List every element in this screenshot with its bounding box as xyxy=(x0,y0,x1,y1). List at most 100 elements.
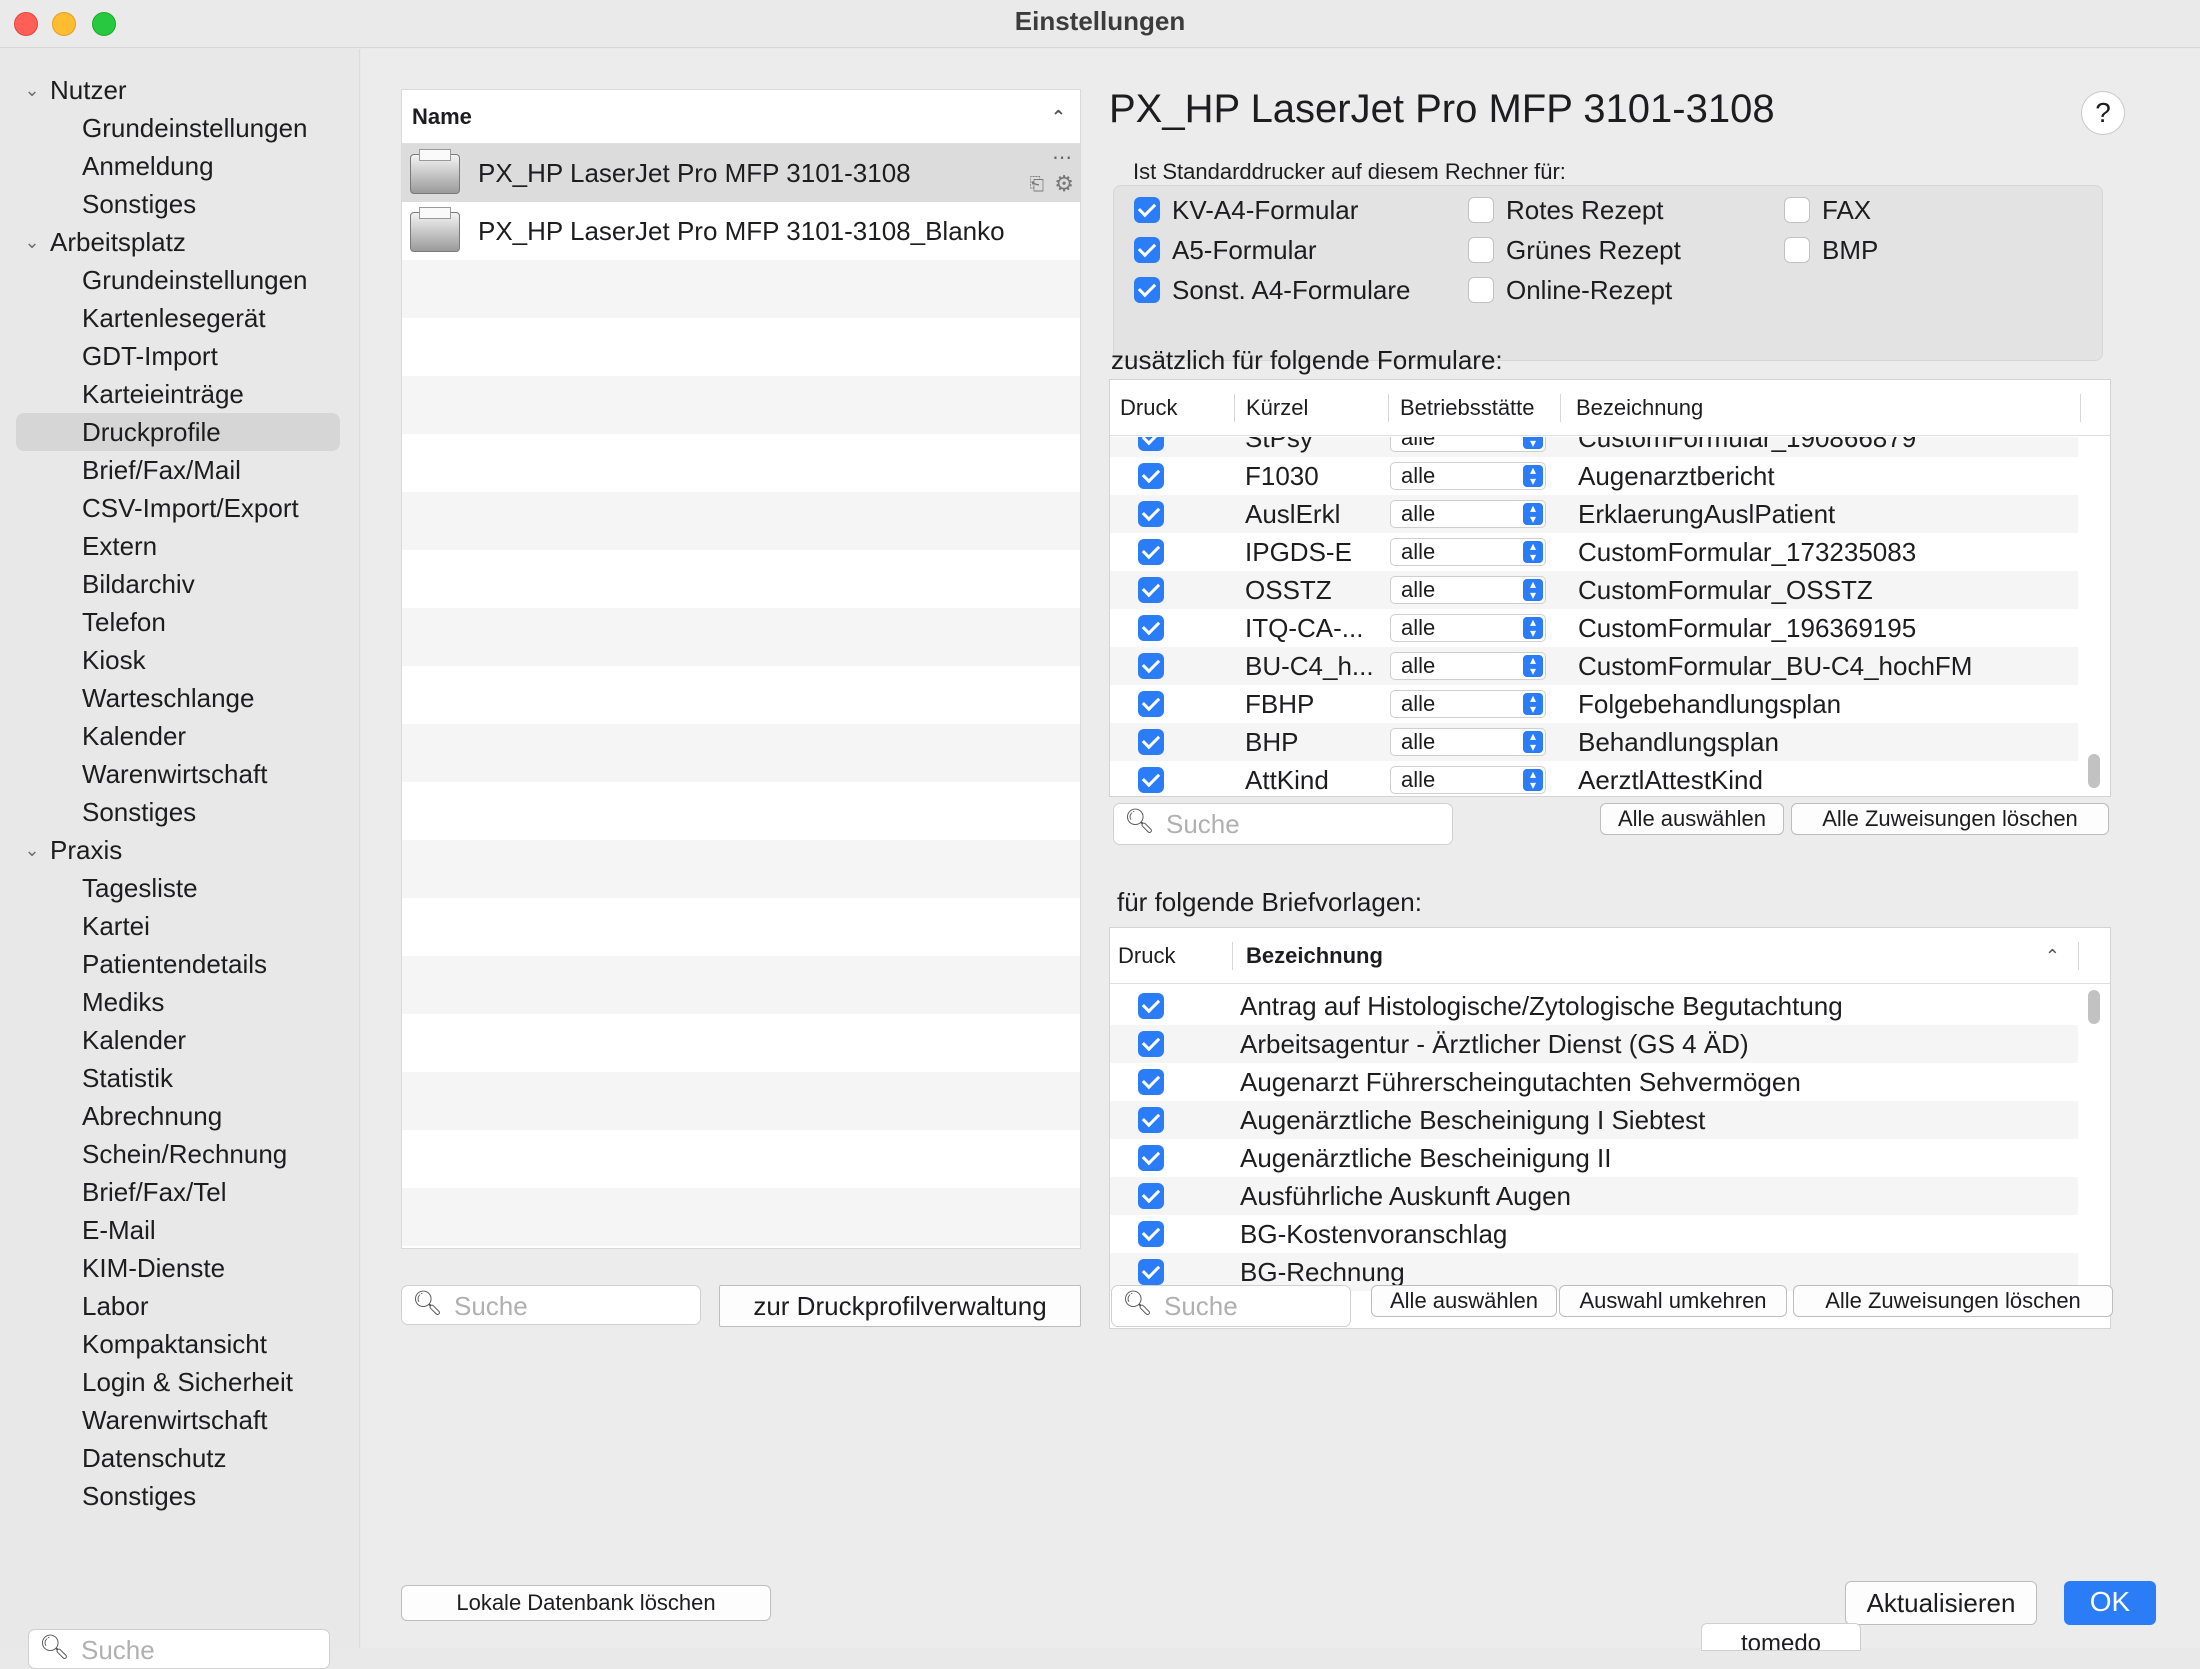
standard-option-bmp[interactable]: BMP xyxy=(1784,230,1878,270)
checkbox[interactable] xyxy=(1468,237,1494,264)
druck-checkbox[interactable] xyxy=(1138,615,1164,641)
site-select[interactable]: alle ▴▾ xyxy=(1390,766,1546,794)
sidebar-item-bildarchiv[interactable]: Bildarchiv xyxy=(0,565,360,603)
table-row[interactable]: Arbeitsagentur - Ärztlicher Dienst (GS 4… xyxy=(1110,1025,2078,1063)
standard-option-a5-formular[interactable]: A5-Formular xyxy=(1134,230,1316,270)
table-row[interactable]: BU-C4_h... alle ▴ ▾ CustomFormular_BU-C4_hoc… xyxy=(1110,647,2078,685)
sidebar-item-labor[interactable]: Labor xyxy=(0,1287,360,1325)
forms-table-scrollbar[interactable] xyxy=(2088,754,2100,788)
standard-option-grünes-rezept[interactable]: Grünes Rezept xyxy=(1468,230,1681,270)
site-select[interactable]: alle ▴▾ xyxy=(1390,437,1546,452)
sidebar-search-field[interactable]: 🔍︎ Suche xyxy=(28,1629,330,1669)
sidebar-item-extern[interactable]: Extern xyxy=(0,527,360,565)
druck-checkbox[interactable] xyxy=(1138,1259,1164,1285)
document-icon[interactable]: ⎗ xyxy=(1030,174,1044,194)
table-row[interactable]: Augenärztliche Bescheinigung II xyxy=(1110,1139,2078,1177)
column-header-kuerzel[interactable]: Kürzel xyxy=(1246,380,1308,436)
sidebar-item-abrechnung[interactable]: Abrechnung xyxy=(0,1097,360,1135)
site-select[interactable]: alle ▴▾ xyxy=(1390,652,1546,680)
sidebar-item-kim-dienste[interactable]: KIM-Dienste xyxy=(0,1249,360,1287)
standard-option-fax[interactable]: FAX xyxy=(1784,190,1871,230)
sidebar-item-patientendetails[interactable]: Patientendetails xyxy=(0,945,360,983)
table-row[interactable]: BG-Kostenvoranschlag xyxy=(1110,1215,2078,1253)
letters-table-scrollbar[interactable] xyxy=(2088,990,2100,1024)
forms-search-field[interactable]: 🔍︎ Suche xyxy=(1113,803,1453,845)
printer-row[interactable]: PX_HP LaserJet Pro MFP 3101-3108 ⋯ ⎗ ⚙ xyxy=(402,144,1080,202)
table-row[interactable]: Ausführliche Auskunft Augen xyxy=(1110,1177,2078,1215)
druck-checkbox[interactable] xyxy=(1138,539,1164,565)
letters-invert-selection-button[interactable]: Auswahl umkehren xyxy=(1559,1285,1787,1317)
site-select[interactable]: alle ▴▾ xyxy=(1390,614,1546,642)
site-select[interactable]: alle ▴▾ xyxy=(1390,728,1546,756)
druck-checkbox[interactable] xyxy=(1138,1145,1164,1171)
checkbox[interactable] xyxy=(1784,197,1810,224)
column-header-betriebsstaette[interactable]: Betriebsstätte xyxy=(1400,380,1535,436)
druck-checkbox[interactable] xyxy=(1138,501,1164,527)
sidebar-item-warteschlange[interactable]: Warteschlange xyxy=(0,679,360,717)
chevron-down-icon[interactable]: ⌄ xyxy=(20,223,44,261)
sidebar-item-tagesliste[interactable]: Tagesliste xyxy=(0,869,360,907)
sidebar-item-sonstiges[interactable]: Sonstiges xyxy=(0,1477,360,1515)
letters-clear-all-button[interactable]: Alle Zuweisungen löschen xyxy=(1793,1285,2113,1317)
printer-row[interactable]: PX_HP LaserJet Pro MFP 3101-3108_Blanko xyxy=(402,202,1080,260)
sidebar-item-kartei[interactable]: Kartei xyxy=(0,907,360,945)
site-select[interactable]: alle ▴▾ xyxy=(1390,690,1546,718)
checkbox[interactable] xyxy=(1784,237,1810,264)
column-header-bezeichnung[interactable]: Bezeichnung xyxy=(1246,928,1383,984)
sidebar-item-schein-rechnung[interactable]: Schein/Rechnung xyxy=(0,1135,360,1173)
table-row[interactable]: Antrag auf Histologische/Zytologische Be… xyxy=(1110,987,2078,1025)
chevron-down-icon[interactable]: ⌄ xyxy=(20,71,44,109)
table-row[interactable]: FBHP alle ▴ ▾ Folgebehandlungsplan xyxy=(1110,685,2078,723)
help-button[interactable]: ? xyxy=(2081,91,2125,135)
druck-checkbox[interactable] xyxy=(1138,437,1164,451)
table-row[interactable]: IPGDS-E alle ▴ ▾ CustomFormular_173235083 xyxy=(1110,533,2078,571)
column-header-druck[interactable]: Druck xyxy=(1118,928,1175,984)
printer-list-header[interactable]: Name ⌃ xyxy=(402,90,1080,144)
sidebar-item-grundeinstellungen[interactable]: Grundeinstellungen xyxy=(0,261,360,299)
standard-option-sonst-a4-formulare[interactable]: Sonst. A4-Formulare xyxy=(1134,270,1410,310)
forms-select-all-button[interactable]: Alle auswählen xyxy=(1600,803,1784,835)
sidebar-item-telefon[interactable]: Telefon xyxy=(0,603,360,641)
refresh-button[interactable]: Aktualisieren xyxy=(1845,1581,2037,1625)
sidebar-item-gdt-import[interactable]: GDT-Import xyxy=(0,337,360,375)
table-row[interactable]: ITQ-CA-... alle ▴ ▾ CustomFormular_196369195 xyxy=(1110,609,2078,647)
chevron-down-icon[interactable]: ⌄ xyxy=(20,831,44,869)
sidebar-item-brief-fax-mail[interactable]: Brief/Fax/Mail xyxy=(0,451,360,489)
table-row[interactable]: AuslErkl alle ▴ ▾ ErklaerungAuslPatient xyxy=(1110,495,2078,533)
sidebar-item-csv-import-export[interactable]: CSV-Import/Export xyxy=(0,489,360,527)
delete-local-database-button[interactable]: Lokale Datenbank löschen xyxy=(401,1585,771,1621)
printer-profile-management-button[interactable]: zur Druckprofilverwaltung xyxy=(719,1285,1081,1327)
letters-select-all-button[interactable]: Alle auswählen xyxy=(1371,1285,1557,1317)
letters-search-field[interactable]: 🔍︎ Suche xyxy=(1111,1285,1351,1327)
table-row[interactable]: F1030 alle ▴ ▾ Augenarztbericht xyxy=(1110,457,2078,495)
standard-option-online-rezept[interactable]: Online-Rezept xyxy=(1468,270,1672,310)
sidebar-group-arbeitsplatz[interactable]: ⌄ Arbeitsplatz xyxy=(0,223,360,261)
druck-checkbox[interactable] xyxy=(1138,1107,1164,1133)
column-header-bezeichnung[interactable]: Bezeichnung xyxy=(1576,380,1703,436)
sidebar-item-karteieinträge[interactable]: Karteieinträge xyxy=(0,375,360,413)
sidebar-item-kompaktansicht[interactable]: Kompaktansicht xyxy=(0,1325,360,1363)
druck-checkbox[interactable] xyxy=(1138,729,1164,755)
table-row[interactable]: BHP alle ▴ ▾ Behandlungsplan xyxy=(1110,723,2078,761)
table-row[interactable]: Augenärztliche Bescheinigung I Siebtest xyxy=(1110,1101,2078,1139)
gear-icon[interactable]: ⚙ xyxy=(1054,172,1074,196)
sidebar-group-nutzer[interactable]: ⌄ Nutzer xyxy=(0,71,360,109)
site-select[interactable]: alle ▴▾ xyxy=(1390,576,1546,604)
druck-checkbox[interactable] xyxy=(1138,993,1164,1019)
table-row[interactable]: Augenarzt Führerscheingutachten Sehvermö… xyxy=(1110,1063,2078,1101)
site-select[interactable]: alle ▴▾ xyxy=(1390,462,1546,490)
checkbox[interactable] xyxy=(1134,237,1160,264)
sidebar-item-login-sicherheit[interactable]: Login & Sicherheit xyxy=(0,1363,360,1401)
sidebar-item-mediks[interactable]: Mediks xyxy=(0,983,360,1021)
druck-checkbox[interactable] xyxy=(1138,1069,1164,1095)
sidebar-item-warenwirtschaft[interactable]: Warenwirtschaft xyxy=(0,1401,360,1439)
standard-option-kv-a4-formular[interactable]: KV-A4-Formular xyxy=(1134,190,1358,230)
druck-checkbox[interactable] xyxy=(1138,767,1164,793)
checkbox[interactable] xyxy=(1134,277,1160,304)
checkbox[interactable] xyxy=(1134,197,1160,224)
table-row[interactable]: StPsy alle ▴▾ CustomFormular_190866879 xyxy=(1110,437,2078,457)
sidebar-item-grundeinstellungen[interactable]: Grundeinstellungen xyxy=(0,109,360,147)
checkbox[interactable] xyxy=(1468,277,1494,304)
ok-button[interactable]: OK xyxy=(2064,1581,2156,1625)
sidebar-item-datenschutz[interactable]: Datenschutz xyxy=(0,1439,360,1477)
